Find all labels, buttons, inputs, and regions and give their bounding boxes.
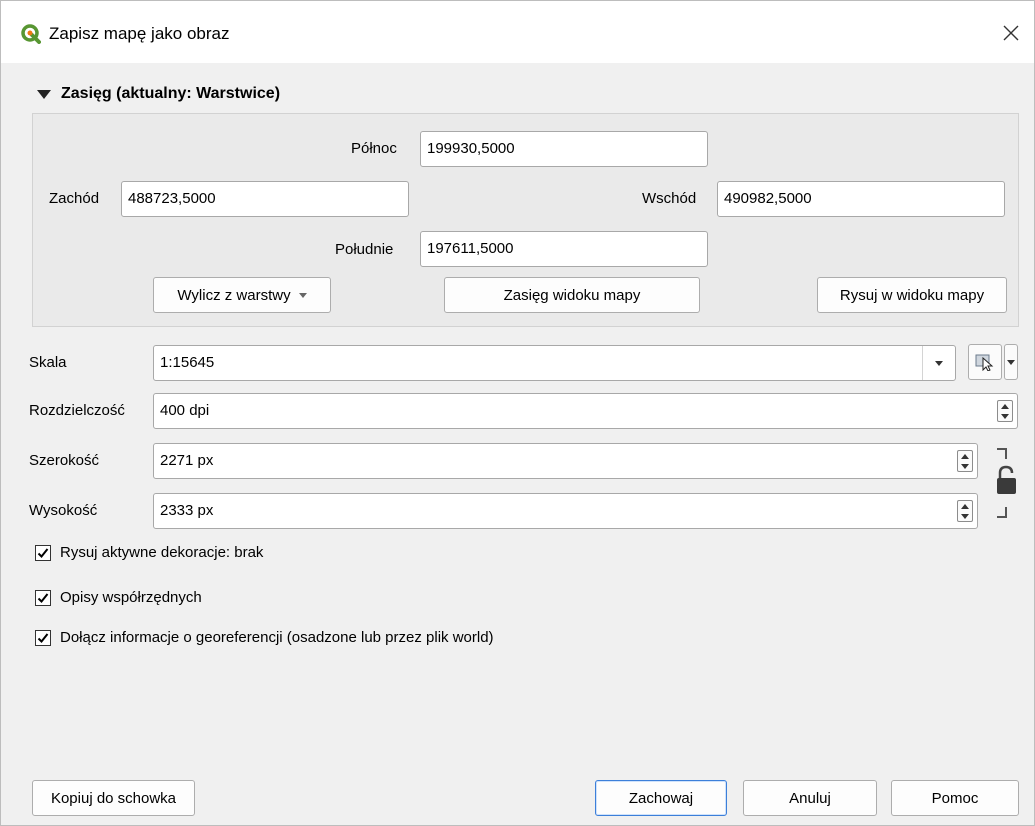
east-field[interactable]: 490982,5000 xyxy=(717,181,1005,217)
draw-decorations-label: Rysuj aktywne dekoracje: brak xyxy=(60,544,264,561)
calc-from-layer-dropdown[interactable]: Wylicz z warstwy xyxy=(153,277,331,313)
south-label: Południe xyxy=(335,241,394,258)
resolution-value: 400 dpi xyxy=(160,402,210,419)
spin-arrows-icon[interactable] xyxy=(957,500,973,522)
checkbox-icon[interactable] xyxy=(35,544,51,561)
window-title: Zapisz mapę jako obraz xyxy=(49,24,230,43)
title-bar: Zapisz mapę jako obraz xyxy=(1,1,1034,63)
scale-tool-dropdown[interactable] xyxy=(1004,344,1018,380)
width-label: Szerokość xyxy=(29,452,100,469)
width-spinbox[interactable]: 2271 px xyxy=(153,443,978,479)
draw-on-canvas-button[interactable]: Rysuj w widoku mapy xyxy=(817,277,1007,313)
draw-decorations-checkbox[interactable]: Rysuj aktywne dekoracje: brak xyxy=(35,544,263,561)
calc-from-layer-label: Wylicz z warstwy xyxy=(177,286,291,304)
north-label: Północ xyxy=(351,140,397,157)
height-label: Wysokość xyxy=(29,502,98,519)
save-button[interactable]: Zachowaj xyxy=(595,780,727,816)
west-field[interactable]: 488723,5000 xyxy=(121,181,409,217)
height-spinbox[interactable]: 2333 px xyxy=(153,493,978,529)
north-field[interactable]: 199930,5000 xyxy=(420,131,708,167)
map-view-extent-button[interactable]: Zasięg widoku mapy xyxy=(444,277,700,313)
spin-arrows-icon[interactable] xyxy=(997,400,1013,422)
extent-header-label: Zasięg (aktualny: Warstwice) xyxy=(61,85,281,102)
extent-section-header[interactable]: Zasięg (aktualny: Warstwice) xyxy=(37,85,280,103)
cancel-button[interactable]: Anuluj xyxy=(743,780,877,816)
georeference-checkbox[interactable]: Dołącz informacje o georeferencji (osadz… xyxy=(35,629,494,646)
cursor-select-icon xyxy=(975,354,994,371)
scale-label: Skala xyxy=(29,354,67,371)
help-button[interactable]: Pomoc xyxy=(891,780,1019,816)
height-value: 2333 px xyxy=(160,502,214,519)
scale-value: 1:15645 xyxy=(160,354,215,371)
resolution-spinbox[interactable]: 400 dpi xyxy=(153,393,1018,429)
select-scale-from-canvas-button[interactable] xyxy=(968,344,1002,380)
qgis-logo-icon xyxy=(21,24,41,44)
resolution-label: Rozdzielczość xyxy=(29,402,125,419)
save-map-as-image-dialog: Zapisz mapę jako obraz Zasięg (aktualny:… xyxy=(0,0,1035,826)
georeference-label: Dołącz informacje o georeferencji (osadz… xyxy=(60,629,494,646)
coordinate-labels-label: Opisy współrzędnych xyxy=(60,589,202,606)
west-label: Zachód xyxy=(49,190,100,207)
spin-arrows-icon[interactable] xyxy=(957,450,973,472)
checkbox-icon[interactable] xyxy=(35,589,51,606)
chevron-down-icon xyxy=(1007,359,1015,365)
scale-combobox[interactable]: 1:15645 xyxy=(153,345,956,381)
copy-to-clipboard-button[interactable]: Kopiuj do schowka xyxy=(32,780,195,816)
coordinate-labels-checkbox[interactable]: Opisy współrzędnych xyxy=(35,589,202,606)
east-label: Wschód xyxy=(642,190,697,207)
chevron-down-icon[interactable] xyxy=(922,346,955,380)
collapse-triangle-icon xyxy=(37,89,51,99)
close-button[interactable] xyxy=(988,11,1034,55)
close-icon xyxy=(1003,25,1019,41)
aspect-ratio-lock-button[interactable] xyxy=(991,447,1021,521)
checkbox-icon[interactable] xyxy=(35,629,51,646)
chevron-down-icon xyxy=(298,292,307,298)
south-field[interactable]: 197611,5000 xyxy=(420,231,708,267)
width-value: 2271 px xyxy=(160,452,214,469)
